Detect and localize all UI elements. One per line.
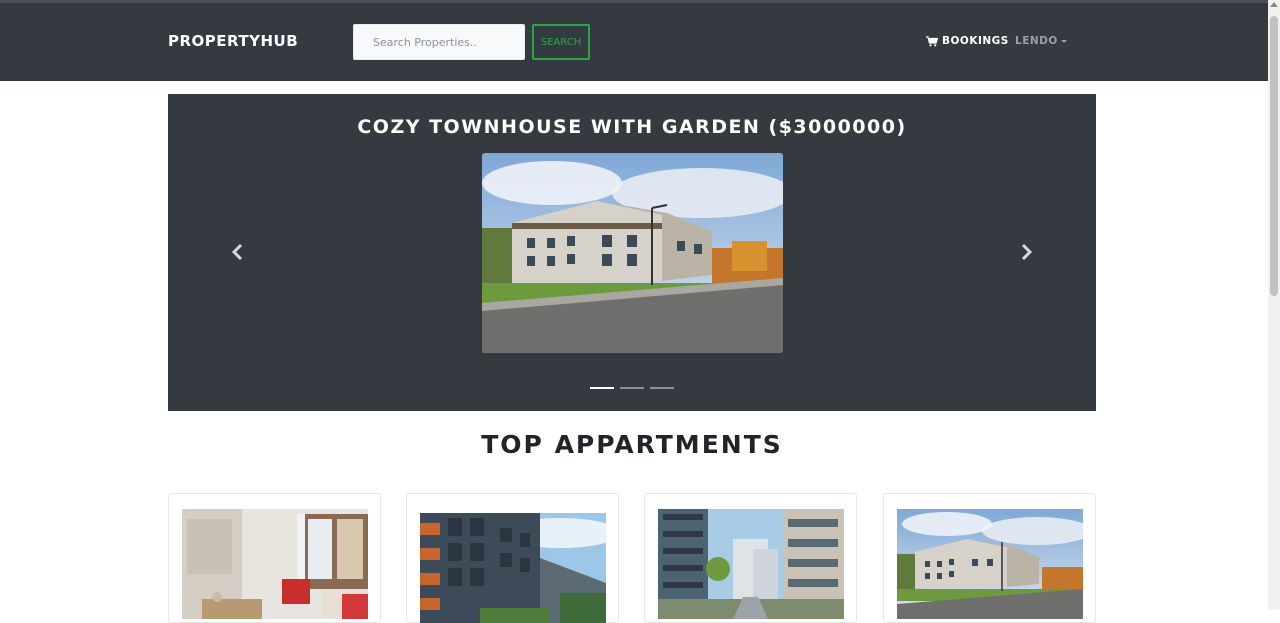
indicator-2[interactable] — [620, 387, 644, 389]
section-title: TOP APPARTMENTS — [481, 430, 783, 459]
property-image[interactable] — [897, 509, 1083, 619]
indicator-1[interactable] — [590, 387, 614, 389]
scroll-thumb[interactable] — [1270, 16, 1278, 296]
cart-icon — [926, 35, 938, 46]
carousel-prev-button[interactable] — [228, 242, 248, 262]
property-image[interactable] — [182, 509, 368, 619]
property-card[interactable] — [168, 493, 381, 623]
property-image[interactable] — [658, 509, 844, 619]
navbar: PROPERTYHUB SEARCH BOOKINGS LENDO — [0, 3, 1268, 81]
bookings-link[interactable]: BOOKINGS — [926, 35, 1009, 47]
slide-title: COZY TOWNHOUSE WITH GARDEN ($3000000) — [357, 116, 907, 138]
chevron-right-icon — [1021, 243, 1033, 261]
property-card[interactable] — [406, 493, 619, 623]
carousel-next-button[interactable] — [1016, 242, 1036, 262]
slide-image[interactable] — [482, 153, 783, 353]
user-dropdown[interactable]: LENDO — [1015, 35, 1067, 47]
search-button[interactable]: SEARCH — [532, 24, 590, 60]
page-scrollbar[interactable] — [1268, 0, 1280, 610]
carousel-indicators — [590, 387, 674, 389]
scroll-up-arrow-icon[interactable] — [1270, 2, 1278, 7]
chevron-left-icon — [231, 243, 243, 261]
property-image[interactable] — [420, 513, 606, 623]
user-label: LENDO — [1015, 35, 1058, 47]
indicator-3[interactable] — [650, 387, 674, 389]
brand-logo[interactable]: PROPERTYHUB — [168, 32, 298, 50]
property-card[interactable] — [883, 493, 1096, 623]
bookings-label: BOOKINGS — [942, 35, 1009, 47]
search-input[interactable] — [353, 24, 525, 60]
chevron-down-icon — [1060, 39, 1067, 43]
property-carousel: COZY TOWNHOUSE WITH GARDEN ($3000000) — [168, 94, 1096, 411]
property-card[interactable] — [644, 493, 857, 623]
